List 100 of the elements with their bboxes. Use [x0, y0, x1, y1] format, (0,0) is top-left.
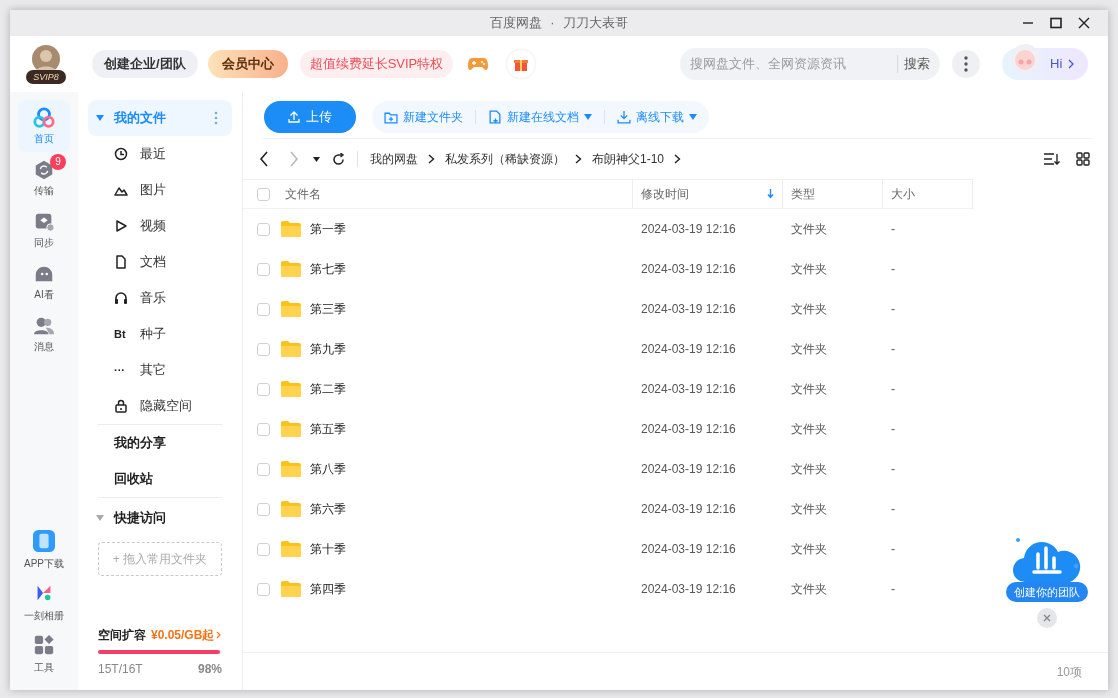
size-cell-text: - — [890, 341, 896, 358]
row-checkbox[interactable] — [257, 502, 270, 516]
type-cell-text: 文件夹 — [790, 261, 828, 278]
size-cell-text: - — [890, 461, 896, 478]
file-name[interactable]: 第六季 — [310, 500, 346, 518]
column-header[interactable]: 类型 — [783, 180, 883, 208]
folder-icon — [280, 540, 302, 558]
size-cell-text: - — [890, 581, 896, 598]
column-header[interactable]: 大小 — [883, 180, 973, 208]
phone-icon — [33, 529, 55, 552]
more-icon[interactable] — [214, 111, 218, 125]
file-row[interactable]: 第二季 2024-03-19 12:16 文件夹 - — [243, 369, 974, 409]
category-item[interactable]: 隐藏空间 — [88, 388, 232, 424]
file-row[interactable]: 第九季 2024-03-19 12:16 文件夹 - — [243, 329, 974, 369]
category-item[interactable]: Bt 种子 — [88, 316, 232, 352]
row-checkbox[interactable] — [257, 462, 270, 476]
file-row[interactable]: 第七季 2024-03-19 12:16 文件夹 - — [243, 249, 974, 289]
select-all-checkbox[interactable] — [257, 187, 270, 201]
type-cell-text: 文件夹 — [790, 461, 828, 478]
file-name[interactable]: 第四季 — [310, 580, 346, 598]
storage-percent: 98% — [197, 661, 222, 678]
row-checkbox[interactable] — [257, 422, 270, 436]
category-item[interactable]: 最近 — [88, 136, 232, 172]
row-checkbox[interactable] — [257, 262, 270, 276]
size-cell-text: - — [890, 261, 896, 278]
category-item[interactable]: 音乐 — [88, 280, 232, 316]
member-center-button[interactable]: 会员中心 — [207, 50, 288, 78]
category-item[interactable]: 图片 — [88, 172, 232, 208]
caret-down-icon — [96, 114, 104, 122]
file-name[interactable]: 第二季 — [310, 380, 346, 398]
category-item[interactable]: 视频 — [88, 208, 232, 244]
grid-view-icon[interactable] — [1076, 152, 1090, 166]
caret-down-icon[interactable] — [313, 156, 320, 162]
close-icon[interactable] — [1078, 17, 1090, 29]
column-header[interactable]: 文件名 — [243, 180, 633, 208]
file-name[interactable]: 第八季 — [310, 460, 346, 478]
nav-item[interactable]: APP下载 — [14, 524, 74, 576]
search-field[interactable]: 搜网盘文件、全网资源资讯 搜索 — [680, 48, 940, 80]
team-button[interactable]: 创建企业/团队 — [92, 50, 198, 78]
nav-item[interactable]: 工具 — [14, 628, 74, 680]
caret-down-icon — [689, 114, 697, 120]
file-name[interactable]: 第三季 — [310, 300, 346, 318]
forward-icon[interactable] — [289, 151, 299, 167]
sidebar-link[interactable]: 回收站 — [88, 461, 232, 497]
file-row[interactable]: 第四季 2024-03-19 12:16 文件夹 - — [243, 569, 974, 609]
refresh-icon[interactable] — [332, 152, 345, 166]
gift-button[interactable] — [507, 50, 536, 78]
chevron-right-icon — [1068, 59, 1075, 69]
chevron-right-icon — [674, 154, 682, 164]
folder-icon — [280, 340, 302, 358]
nav-item[interactable]: AI看 — [18, 256, 70, 308]
row-checkbox[interactable] — [257, 302, 270, 316]
close-button[interactable] — [1037, 608, 1057, 628]
row-checkbox[interactable] — [257, 542, 270, 556]
size-cell-text: - — [890, 541, 896, 558]
quick-access-header[interactable]: 快捷访问 — [88, 498, 232, 538]
file-row[interactable]: 第五季 2024-03-19 12:16 文件夹 - — [243, 409, 974, 449]
modified-cell-text: 2024-03-19 12:16 — [640, 581, 737, 598]
file-name[interactable]: 第十季 — [310, 540, 346, 558]
breadcrumb-link[interactable]: 私发系列（稀缺资源） — [445, 150, 565, 168]
file-name[interactable]: 第九季 — [310, 340, 346, 358]
nav-item[interactable]: 一刻相册 — [14, 576, 74, 628]
row-checkbox[interactable] — [257, 222, 270, 236]
file-name[interactable]: 第七季 — [310, 260, 346, 278]
row-checkbox[interactable] — [257, 382, 270, 396]
gamepad-icon[interactable] — [467, 56, 490, 72]
maximize-icon[interactable] — [1050, 17, 1062, 29]
avatar[interactable]: SVIP8 — [26, 44, 66, 84]
row-checkbox[interactable] — [257, 342, 270, 356]
file-row[interactable]: 第三季 2024-03-19 12:16 文件夹 - — [243, 289, 974, 329]
headphones-icon — [114, 291, 128, 305]
breadcrumb-link[interactable]: 我的网盘 — [370, 150, 418, 168]
breadcrumb-link[interactable]: 布朗神父1-10 — [592, 150, 665, 168]
category-item[interactable]: 文档 — [88, 244, 232, 280]
nav-item[interactable]: 同步 — [18, 204, 70, 256]
search-button[interactable]: 搜索 — [904, 54, 930, 74]
file-name[interactable]: 第一季 — [310, 220, 346, 238]
file-row[interactable]: 第一季 2024-03-19 12:16 文件夹 - — [243, 209, 974, 249]
category-item[interactable]: ··· 其它 — [88, 352, 232, 388]
column-header[interactable]: 修改时间 — [633, 180, 783, 208]
row-checkbox[interactable] — [257, 582, 270, 596]
caret-down-icon — [584, 114, 592, 120]
folder-icon — [280, 460, 302, 478]
type-cell-text: 文件夹 — [790, 301, 828, 318]
file-name[interactable]: 第五季 — [310, 420, 346, 438]
download-icon — [617, 110, 631, 124]
promo-card[interactable]: 创建你的团队 — [1006, 534, 1088, 602]
nav-item[interactable]: 传输 9 — [18, 152, 70, 204]
folder-icon — [280, 420, 302, 438]
size-cell-text: - — [890, 301, 896, 318]
more-icon — [964, 56, 968, 72]
nav-item[interactable]: 消息 — [18, 308, 70, 360]
sort-icon[interactable] — [1043, 152, 1060, 166]
more-button[interactable] — [952, 50, 980, 78]
size-cell-text: - — [890, 381, 896, 398]
sidebar-link[interactable]: 我的分享 — [88, 425, 232, 461]
back-icon[interactable] — [259, 151, 269, 167]
file-row[interactable]: 第六季 2024-03-19 12:16 文件夹 - — [243, 489, 974, 529]
file-row[interactable]: 第十季 2024-03-19 12:16 文件夹 - — [243, 529, 974, 569]
file-row[interactable]: 第八季 2024-03-19 12:16 文件夹 - — [243, 449, 974, 489]
